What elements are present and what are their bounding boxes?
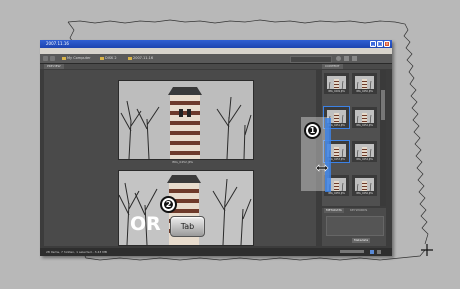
panel-divider-highlight[interactable]	[325, 118, 331, 192]
crosshair-cursor-icon	[421, 244, 433, 256]
refresh-icon[interactable]	[336, 56, 341, 61]
tab-keywords[interactable]: KEYWORDS	[348, 208, 370, 213]
preview-image-top[interactable]	[118, 80, 254, 160]
maximize-button[interactable]: □	[377, 41, 383, 47]
tower-thumbnail-icon	[355, 109, 374, 123]
tower-thumbnail-icon	[355, 143, 374, 157]
breadcrumb-item[interactable]: My Computer	[62, 56, 91, 61]
thumbnail[interactable]: IMG_0450.JPG	[352, 73, 377, 94]
thumbnail[interactable]: IMG_0449.JPG	[324, 73, 349, 94]
view-list-icon[interactable]	[377, 250, 381, 254]
folder-icon	[62, 56, 66, 60]
status-bar: 28 items, 7 hidden, 1 selected - 3.43 MB	[40, 248, 392, 256]
rotate-icon[interactable]	[344, 56, 349, 61]
thumbnail[interactable]: IMG_0452.JPG	[352, 107, 377, 128]
folder-icon	[100, 56, 104, 60]
folder-icon	[128, 56, 132, 60]
breadcrumb-item[interactable]: DISK 2	[100, 56, 117, 61]
title-bar[interactable]: 2007.11.16 _ □ ×	[40, 40, 392, 48]
thumbnail[interactable]: IMG_0456.JPG	[352, 175, 377, 196]
tab-key: Tab	[170, 216, 205, 237]
tab-metadata[interactable]: METADATA	[324, 208, 344, 213]
status-text: 28 items, 7 hidden, 1 selected - 3.43 MB	[46, 250, 107, 254]
delete-icon[interactable]	[352, 56, 357, 61]
tab-preview[interactable]: PREVIEW	[44, 64, 64, 69]
breadcrumb-item[interactable]: 2007.11.16	[128, 56, 153, 61]
content-scrollbar[interactable]	[380, 70, 386, 206]
search-input[interactable]	[290, 56, 332, 63]
thumbnail[interactable]: IMG_0454.JPG	[352, 141, 377, 162]
scrollbar-thumb[interactable]	[381, 90, 385, 120]
back-icon[interactable]	[43, 56, 48, 61]
tab-content[interactable]: CONTENT	[322, 64, 343, 69]
metadata-placard	[326, 216, 384, 236]
close-button[interactable]: ×	[384, 41, 390, 47]
metadata-panel: METADATA KEYWORDS Metadata	[322, 208, 386, 246]
tower-thumbnail-icon	[355, 177, 374, 191]
tower-thumbnail-icon	[355, 75, 374, 89]
forward-icon[interactable]	[50, 56, 55, 61]
bridge-window: 2007.11.16 _ □ × File Edit View Stacks L…	[40, 40, 392, 256]
panel-tab-row: PREVIEW CONTENT	[40, 64, 392, 69]
or-label: OR	[130, 213, 161, 235]
tower-photo	[119, 81, 253, 159]
view-grid-icon[interactable]	[370, 250, 374, 254]
resize-cursor-icon	[315, 164, 329, 172]
minimize-button[interactable]: _	[370, 41, 376, 47]
tower-thumbnail-icon	[327, 75, 346, 89]
window-title: 2007.11.16	[46, 41, 69, 46]
callout-1: 1	[304, 122, 321, 139]
thumbnail-size-slider[interactable]	[340, 250, 364, 253]
path-toolbar: My Computer DISK 2 2007.11.16	[40, 54, 392, 64]
preview-caption: IMG_0452.JPG	[172, 160, 193, 164]
callout-2: 2	[160, 196, 177, 213]
metadata-filter[interactable]: Metadata	[352, 238, 371, 243]
